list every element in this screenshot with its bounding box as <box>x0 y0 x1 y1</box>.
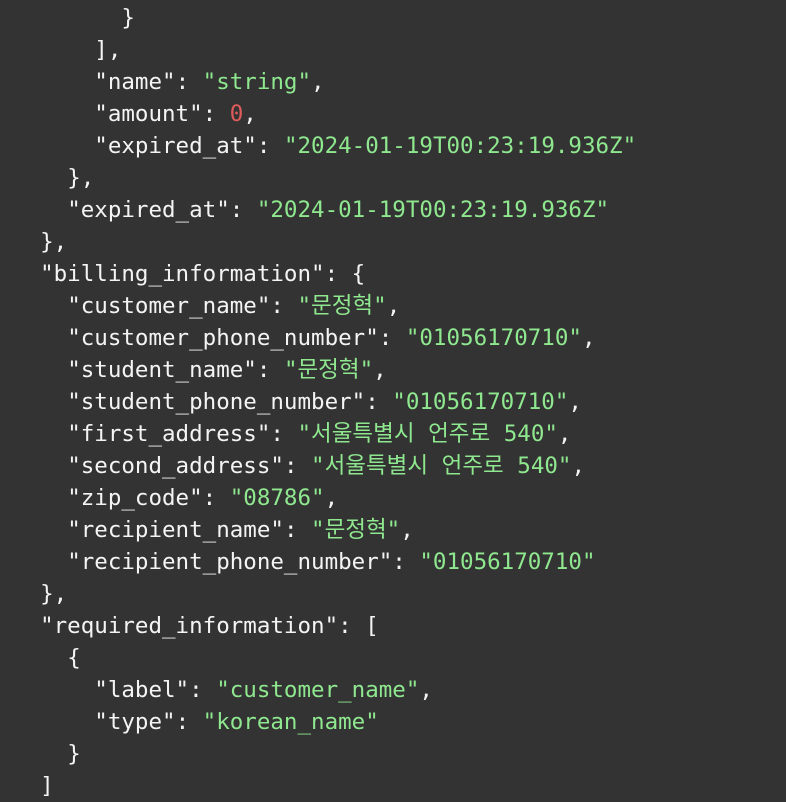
json-punctuation: : <box>270 293 298 319</box>
code-line: "second_address": "서울특별시 언주로 540", <box>13 450 636 482</box>
json-punctuation: : <box>189 677 217 703</box>
code-line: "label": "customer_name", <box>13 674 636 706</box>
code-line: "recipient_name": "문정혁", <box>13 514 636 546</box>
code-line: "expired_at": "2024-01-19T00:23:19.936Z" <box>13 194 636 226</box>
json-punctuation: }, <box>40 581 68 607</box>
json-punctuation: : <box>392 549 420 575</box>
json-string-value: "customer_name" <box>216 677 420 703</box>
json-punctuation: : <box>378 325 406 351</box>
code-line: "type": "korean_name" <box>13 706 636 738</box>
json-punctuation: : <box>202 485 230 511</box>
json-number-value: 0 <box>229 101 244 127</box>
json-punctuation: ] <box>40 773 54 799</box>
json-punctuation: : <box>365 389 393 415</box>
json-punctuation: , <box>568 389 582 415</box>
json-punctuation: : { <box>324 261 366 287</box>
json-key: "type" <box>94 709 176 735</box>
json-key: "first_address" <box>67 421 271 447</box>
code-line: } <box>13 738 636 770</box>
json-string-value: "01056170710" <box>419 549 596 575</box>
json-string-value: "2024-01-19T00:23:19.936Z" <box>256 197 610 223</box>
json-key: "required_information" <box>40 613 339 639</box>
json-punctuation: } <box>121 5 135 31</box>
json-key: "name" <box>94 69 176 95</box>
json-key: "recipient_name" <box>67 517 284 543</box>
code-line: "amount": 0, <box>13 98 636 130</box>
code-line: "customer_phone_number": "01056170710", <box>13 322 636 354</box>
json-key: "student_phone_number" <box>67 389 366 415</box>
json-key: "customer_phone_number" <box>67 325 379 351</box>
json-key: "amount" <box>94 101 203 127</box>
json-punctuation: , <box>386 293 401 319</box>
code-line: "billing_information": { <box>13 258 636 290</box>
json-string-value: "서울특별시 언주로 540" <box>297 421 558 447</box>
code-line: { <box>13 642 636 674</box>
json-punctuation: : <box>283 517 312 543</box>
json-key: "second_address" <box>67 453 284 479</box>
json-punctuation: : <box>256 133 284 159</box>
json-punctuation: , <box>581 325 596 351</box>
json-string-value: "korean_name" <box>202 709 379 735</box>
json-punctuation: { <box>67 645 81 671</box>
json-punctuation: : <box>202 101 230 127</box>
json-string-value: "서울특별시 언주로 540" <box>311 453 572 479</box>
json-string-value: "2024-01-19T00:23:19.936Z" <box>283 133 637 159</box>
json-punctuation: : <box>175 69 203 95</box>
json-punctuation: , <box>571 453 586 479</box>
code-line: "required_information": [ <box>13 610 636 642</box>
code-line: "customer_name": "문정혁", <box>13 290 636 322</box>
json-key: "label" <box>94 677 190 703</box>
json-punctuation: : [ <box>338 613 379 639</box>
json-key: "recipient_phone_number" <box>67 549 393 575</box>
code-line: ] <box>13 770 636 802</box>
json-string-value: "string" <box>202 69 312 95</box>
code-line: "zip_code": "08786", <box>13 482 636 514</box>
json-punctuation: } <box>67 741 81 767</box>
json-string-value: "01056170710" <box>392 389 569 415</box>
code-line: } <box>13 2 636 34</box>
code-line: }, <box>13 162 636 194</box>
json-string-value: "08786" <box>229 485 325 511</box>
code-line: }, <box>13 226 636 258</box>
code-line: }, <box>13 578 636 610</box>
json-punctuation: ], <box>94 37 122 63</box>
json-string-value: "01056170710" <box>405 325 582 351</box>
code-line: "student_name": "문정혁", <box>13 354 636 386</box>
code-line: "name": "string", <box>13 66 636 98</box>
json-punctuation: , <box>400 517 414 543</box>
json-punctuation: }, <box>40 229 68 255</box>
json-string-value: "문정혁" <box>311 517 401 543</box>
json-code-view: } ], "name": "string", "amount": 0, "exp… <box>13 2 636 802</box>
code-line: "first_address": "서울특별시 언주로 540", <box>13 418 636 450</box>
json-punctuation: : <box>175 709 203 735</box>
json-punctuation: }, <box>67 165 95 191</box>
json-punctuation: , <box>419 677 433 703</box>
json-string-value: "문정혁" <box>283 357 374 383</box>
code-line: "recipient_phone_number": "01056170710" <box>13 546 636 578</box>
json-key: "zip_code" <box>67 485 203 511</box>
json-punctuation: , <box>324 485 339 511</box>
json-punctuation: , <box>311 69 325 95</box>
json-punctuation: , <box>243 101 257 127</box>
code-line: "student_phone_number": "01056170710", <box>13 386 636 418</box>
json-punctuation: : <box>229 197 257 223</box>
code-line: ], <box>13 34 636 66</box>
json-key: "expired_at" <box>67 197 230 223</box>
json-punctuation: , <box>373 357 387 383</box>
json-punctuation: : <box>256 357 284 383</box>
json-string-value: "문정혁" <box>297 293 387 319</box>
json-punctuation: : <box>270 421 298 447</box>
json-key: "student_name" <box>67 357 257 383</box>
json-key: "billing_information" <box>40 261 325 287</box>
json-punctuation: : <box>283 453 312 479</box>
json-key: "customer_name" <box>67 293 271 319</box>
json-key: "expired_at" <box>94 133 257 159</box>
json-punctuation: , <box>557 421 572 447</box>
code-line: "expired_at": "2024-01-19T00:23:19.936Z" <box>13 130 636 162</box>
